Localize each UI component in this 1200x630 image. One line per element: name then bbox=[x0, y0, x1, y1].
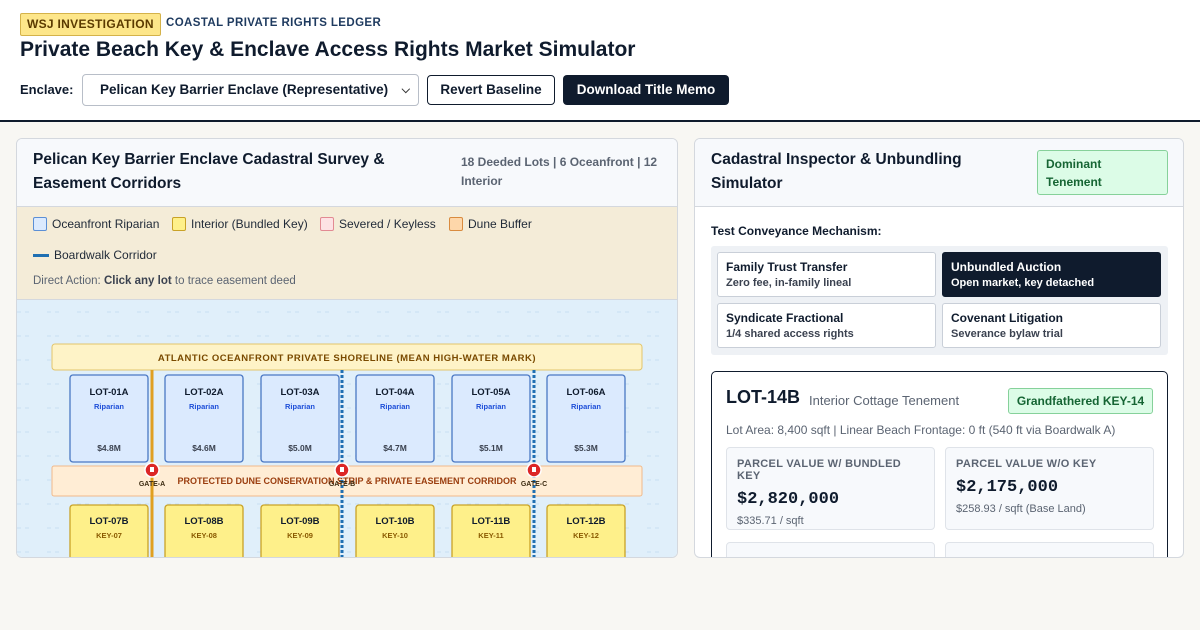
gate-label: GATE-C bbox=[521, 481, 547, 488]
oceanfront-lot[interactable]: LOT-01A Riparian $4.8M bbox=[69, 374, 149, 463]
lot-value: $5.3M bbox=[574, 443, 598, 453]
lot-label: LOT-01A bbox=[89, 387, 128, 398]
lot-label: LOT-12B bbox=[566, 516, 605, 527]
lot-value: $5.1M bbox=[479, 443, 503, 453]
lot-label: LOT-08B bbox=[184, 516, 223, 527]
lot-tag: Riparian bbox=[571, 402, 601, 411]
conveyance-mechanism-grid: Family Trust Transfer Zero fee, in-famil… bbox=[711, 246, 1168, 355]
mechanism-syndicate-fractional[interactable]: Syndicate Fractional 1/4 shared access r… bbox=[717, 303, 936, 348]
oceanfront-lot[interactable]: LOT-02A Riparian $4.6M bbox=[164, 374, 244, 463]
lot-label: LOT-06A bbox=[566, 387, 605, 398]
mechanism-unbundled-auction[interactable]: Unbundled Auction Open market, key detac… bbox=[942, 252, 1161, 297]
gate-label: GATE-A bbox=[139, 481, 165, 488]
download-title-memo-button[interactable]: Download Title Memo bbox=[563, 75, 729, 105]
inspector-header: Cadastral Inspector & Unbundling Simulat… bbox=[695, 139, 1183, 207]
enclave-select-value: Pelican Key Barrier Enclave (Representat… bbox=[100, 82, 389, 97]
lot-value: $5.0M bbox=[288, 443, 312, 453]
lock-icon bbox=[340, 467, 344, 472]
lot-detail-card: LOT-14B Interior Cottage Tenement Grandf… bbox=[711, 371, 1168, 557]
legend-swatch-icon bbox=[320, 217, 334, 231]
interior-lot[interactable]: LOT-10B KEY-10 bbox=[355, 504, 435, 558]
value-with-key: $2,820,000 bbox=[737, 490, 840, 509]
lot-label: LOT-11B bbox=[472, 516, 511, 527]
cadastral-map-panel: Pelican Key Barrier Enclave Cadastral Su… bbox=[16, 138, 678, 558]
interior-lot[interactable]: LOT-08B KEY-08 bbox=[164, 504, 244, 558]
lot-tag: Riparian bbox=[189, 402, 219, 411]
grandfathered-key-badge: Grandfathered KEY-14 bbox=[1008, 388, 1153, 414]
cadastral-map: ATLANTIC OCEANFRONT PRIVATE SHORELINE (M… bbox=[17, 300, 677, 558]
oceanfront-lot[interactable]: LOT-03A Riparian $5.0M bbox=[260, 374, 340, 463]
chevron-down-icon: ⌵ bbox=[401, 84, 410, 96]
lot-value: $4.8M bbox=[97, 443, 121, 453]
enclave-label: Enclave: bbox=[20, 82, 74, 97]
interior-lot[interactable]: LOT-12B KEY-12 bbox=[546, 504, 626, 558]
lock-icon bbox=[150, 467, 154, 472]
legend-boardwalk: Boardwalk Corridor bbox=[33, 247, 157, 263]
lot-key: KEY-12 bbox=[573, 531, 599, 540]
investigation-badge: WSJ INVESTIGATION bbox=[20, 13, 161, 36]
conveyance-label: Test Conveyance Mechanism: bbox=[711, 224, 882, 238]
lot-key: KEY-11 bbox=[478, 531, 503, 540]
lot-key: KEY-09 bbox=[287, 531, 313, 540]
interior-lot[interactable]: LOT-07B KEY-07 bbox=[69, 504, 149, 558]
lot-type: Interior Cottage Tenement bbox=[809, 393, 960, 408]
revert-baseline-button[interactable]: Revert Baseline bbox=[427, 75, 555, 105]
lot-value: $4.6M bbox=[192, 443, 216, 453]
gate-label: GATE-B bbox=[329, 481, 355, 488]
enclave-select[interactable]: Pelican Key Barrier Enclave (Representat… bbox=[82, 74, 419, 106]
lot-label: LOT-05A bbox=[471, 387, 510, 398]
lot-label: LOT-10B bbox=[375, 516, 414, 527]
legend-severed: Severed / Keyless bbox=[320, 216, 436, 232]
value-box-4 bbox=[945, 542, 1154, 557]
oceanfront-lot[interactable]: LOT-05A Riparian $5.1M bbox=[451, 374, 531, 463]
lot-value: $4.7M bbox=[383, 443, 407, 453]
lock-icon bbox=[532, 467, 536, 472]
map-legend: Oceanfront Riparian Interior (Bundled Ke… bbox=[17, 207, 677, 300]
lot-stats: 18 Deeded Lots | 6 Oceanfront | 12 Inter… bbox=[461, 155, 658, 188]
lot-label: LOT-03A bbox=[280, 387, 319, 398]
page-title: Private Beach Key & Enclave Access Right… bbox=[20, 38, 636, 61]
lot-area: Lot Area: 8,400 sqft | Linear Beach Fron… bbox=[726, 423, 1116, 437]
legend-interior: Interior (Bundled Key) bbox=[172, 216, 308, 232]
value-without-key: $2,175,000 bbox=[956, 478, 1059, 497]
legend-swatch-icon bbox=[172, 217, 186, 231]
lot-label: LOT-09B bbox=[280, 516, 319, 527]
cadastral-svg: ATLANTIC OCEANFRONT PRIVATE SHORELINE (M… bbox=[17, 300, 677, 558]
legend-swatch-icon bbox=[33, 217, 47, 231]
lot-tag: Riparian bbox=[476, 402, 506, 411]
value-without-key-box: PARCEL VALUE W/O KEY $2,175,000 $258.93 … bbox=[945, 447, 1154, 530]
inspector-panel: Cadastral Inspector & Unbundling Simulat… bbox=[694, 138, 1184, 558]
lot-tag: Riparian bbox=[94, 402, 124, 411]
lot-key: KEY-08 bbox=[191, 531, 217, 540]
mechanism-family-trust[interactable]: Family Trust Transfer Zero fee, in-famil… bbox=[717, 252, 936, 297]
interior-lot[interactable]: LOT-09B KEY-09 bbox=[260, 504, 340, 558]
lot-label: LOT-04A bbox=[375, 387, 414, 398]
legend-oceanfront: Oceanfront Riparian bbox=[33, 216, 159, 232]
map-panel-title: Pelican Key Barrier Enclave Cadastral Su… bbox=[33, 151, 385, 192]
oceanfront-lot[interactable]: LOT-06A Riparian $5.3M bbox=[546, 374, 626, 463]
legend-line-icon bbox=[33, 254, 49, 257]
lot-tag: Riparian bbox=[285, 402, 315, 411]
interior-lot[interactable]: LOT-11B KEY-11 bbox=[451, 504, 531, 558]
direct-action-hint: Direct Action: Click any lot to trace ea… bbox=[33, 275, 296, 287]
mechanism-covenant-litigation[interactable]: Covenant Litigation Severance bylaw tria… bbox=[942, 303, 1161, 348]
lot-label: LOT-02A bbox=[184, 387, 223, 398]
lot-key: KEY-07 bbox=[96, 531, 122, 540]
section-kicker: COASTAL PRIVATE RIGHTS LEDGER bbox=[166, 17, 382, 29]
value-box-3 bbox=[726, 542, 935, 557]
inspector-title: Cadastral Inspector & Unbundling Simulat… bbox=[711, 151, 962, 192]
dominant-tenement-badge: Dominant Tenement bbox=[1037, 150, 1168, 195]
lot-tag: Riparian bbox=[380, 402, 410, 411]
top-header: WSJ INVESTIGATION COASTAL PRIVATE RIGHTS… bbox=[0, 0, 1200, 122]
lot-key: KEY-10 bbox=[382, 531, 408, 540]
lot-id: LOT-14B bbox=[726, 387, 801, 407]
lot-label: LOT-07B bbox=[89, 516, 128, 527]
legend-dune: Dune Buffer bbox=[449, 216, 532, 232]
shoreline-label: ATLANTIC OCEANFRONT PRIVATE SHORELINE (M… bbox=[158, 353, 536, 364]
legend-swatch-icon bbox=[449, 217, 463, 231]
value-with-key-box: PARCEL VALUE W/ BUNDLED KEY $2,820,000 $… bbox=[726, 447, 935, 530]
oceanfront-lot[interactable]: LOT-04A Riparian $4.7M bbox=[355, 374, 435, 463]
map-panel-header: Pelican Key Barrier Enclave Cadastral Su… bbox=[17, 139, 677, 207]
